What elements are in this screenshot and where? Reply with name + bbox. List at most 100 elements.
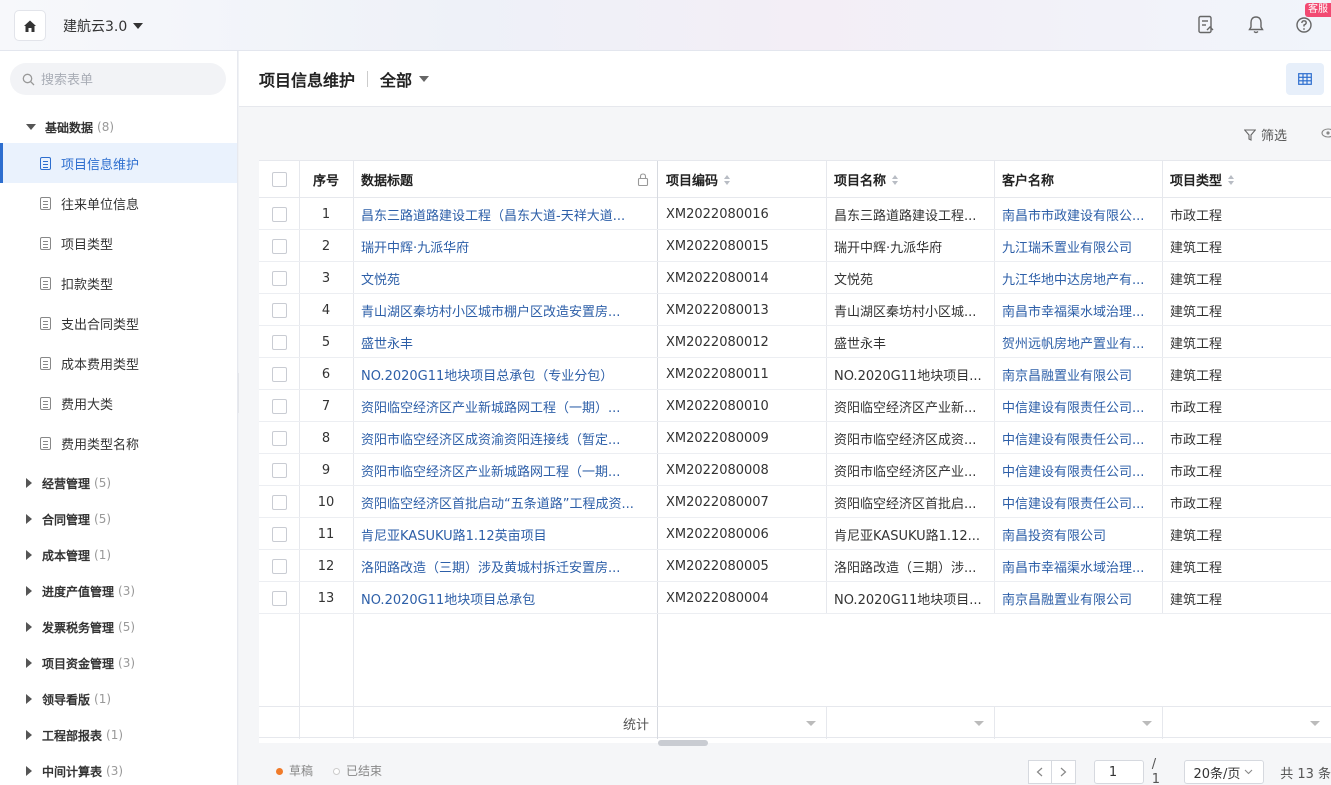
tree-group-cost[interactable]: 成本管理 (1) [0,537,237,573]
page-size-select[interactable]: 20条/页 [1184,760,1265,784]
tree-group-dashboard[interactable]: 领导看版 (1) [0,681,237,717]
table-row[interactable]: 7 资阳临空经济区产业新城路网工程（一期）... XM2022080010 资阳临空经… [259,390,1331,422]
row-checkbox[interactable] [271,462,287,478]
cell-title[interactable]: 文悦苑 [353,262,657,294]
lock-icon[interactable] [637,173,649,186]
scope-label: 全部 [380,70,413,90]
tree-group-intermediate[interactable]: 中间计算表 (3) [0,753,237,785]
table-row[interactable]: 9 资阳市临空经济区产业新城路网工程（一期... XM2022080008 资阳市临空… [259,454,1331,486]
page-number-input[interactable]: 1 [1093,760,1144,784]
table-row[interactable]: 12 洛阳路改造（三期）涉及黄城村拆迁安置房... XM2022080005 洛阳路改… [259,550,1331,582]
cell-title[interactable]: 盛世永丰 [353,326,657,358]
app-switcher[interactable]: 建航云3.0 [63,16,144,36]
customer-service-badge[interactable]: 客服 [1305,3,1331,17]
summary-dropdown-type[interactable] [1310,721,1320,726]
prev-page-button[interactable] [1028,760,1052,784]
tree-group-basic-data[interactable]: 基础数据 (8) [0,109,237,145]
row-checkbox[interactable] [271,526,287,542]
home-button[interactable] [14,10,46,41]
sidebar-item-expense-category[interactable]: 费用大类 [0,383,237,423]
tree-group-funds[interactable]: 项目资金管理 (3) [0,645,237,681]
horizontal-scrollbar[interactable] [658,740,708,746]
cell-index: 13 [317,590,335,606]
column-header-name[interactable]: 项目名称 [826,161,994,198]
row-checkbox[interactable] [271,270,287,286]
cell-title[interactable]: 昌东三路道路建设工程（昌东大道-天祥大道... [353,198,657,230]
column-header-type[interactable]: 项目类型 [1162,161,1331,198]
row-select-cell [259,422,299,454]
column-header-code[interactable]: 项目编码 [658,161,826,198]
search-box[interactable] [10,63,226,95]
row-checkbox[interactable] [271,206,287,222]
cell-title[interactable]: NO.2020G11地块项目总承包（专业分包） [353,358,657,390]
cell-title[interactable]: NO.2020G11地块项目总承包 [353,582,657,614]
row-select-cell [259,486,299,518]
row-checkbox[interactable] [271,238,287,254]
tree-group-progress[interactable]: 进度产值管理 (3) [0,573,237,609]
table-row[interactable]: 11 肯尼亚KASUKU路1.12英亩项目 XM2022080006 肯尼亚KASUK… [259,518,1331,550]
column-header-customer[interactable]: 客户名称 [994,161,1162,198]
cell-title[interactable]: 青山湖区秦坊村小区城市棚户区改造安置房... [353,294,657,326]
sidebar-item-deduction-type[interactable]: 扣款类型 [0,263,237,303]
cell-title[interactable]: 资阳临空经济区首批启动“五条道路”工程成资... [353,486,657,518]
group-label: 领导看版 [42,692,91,707]
home-icon [24,20,36,32]
row-checkbox[interactable] [271,430,287,446]
next-page-button[interactable] [1051,760,1076,784]
bell-icon[interactable] [1245,14,1267,36]
sidebar-item-expense-contract-type[interactable]: 支出合同类型 [0,303,237,343]
filter-button[interactable]: 筛选 [1243,125,1287,144]
cell-title[interactable]: 瑞开中辉·九派华府 [353,230,657,262]
table-row[interactable]: 2 瑞开中辉·九派华府 XM2022080015 瑞开中辉·九派华府 九江瑞禾置业有限公… [259,230,1331,262]
tree-group-business[interactable]: 经营管理 (5) [0,465,237,501]
row-checkbox[interactable] [271,366,287,382]
column-label: 项目名称 [834,174,887,189]
notes-icon[interactable] [1195,14,1217,36]
summary-dropdown-customer[interactable] [1142,721,1152,726]
cell-customer: 南京昌融置业有限公司 [1002,592,1133,608]
table-row[interactable]: 10 资阳临空经济区首批启动“五条道路”工程成资... XM2022080007 资阳… [259,486,1331,518]
sort-icon[interactable] [892,174,899,185]
row-checkbox[interactable] [271,302,287,318]
cell-title[interactable]: 资阳市临空经济区产业新城路网工程（一期... [353,454,657,486]
summary-dropdown-name[interactable] [974,721,984,726]
help-icon[interactable] [1293,14,1315,36]
cell-title[interactable]: 资阳临空经济区产业新城路网工程（一期）... [353,390,657,422]
sidebar-item-counterparty[interactable]: 往来单位信息 [0,183,237,223]
table-row[interactable]: 3 文悦苑 XM2022080014 文悦苑 九江华地中达房地产有... 建筑工程 [259,262,1331,294]
select-all-checkbox[interactable] [271,172,287,187]
row-checkbox[interactable] [271,590,287,606]
row-checkbox[interactable] [271,558,287,574]
column-header-title[interactable]: 数据标题 [353,161,657,198]
tree-group-engineering-report[interactable]: 工程部报表 (1) [0,717,237,753]
table-row[interactable]: 13 NO.2020G11地块项目总承包 XM2022080004 NO.2020G1… [259,582,1331,614]
eye-icon[interactable] [1321,127,1331,139]
summary-dropdown-code[interactable] [806,721,816,726]
sidebar-item-project-info[interactable]: 项目信息维护 [0,143,237,183]
sidebar-item-expense-type-name[interactable]: 费用类型名称 [0,423,237,463]
row-checkbox[interactable] [271,398,287,414]
sort-icon[interactable] [1228,174,1235,185]
tree-group-invoice[interactable]: 发票税务管理 (5) [0,609,237,645]
cell-title[interactable]: 肯尼亚KASUKU路1.12英亩项目 [353,518,657,550]
sidebar-item-cost-type[interactable]: 成本费用类型 [0,343,237,383]
page-header: 项目信息维护 全部 [239,51,1331,107]
table-row[interactable]: 1 昌东三路道路建设工程（昌东大道-天祥大道... XM2022080016 昌东三路… [259,198,1331,230]
table-row[interactable]: 5 盛世永丰 XM2022080012 盛世永丰 贺州远帆房地产置业有... 建筑工程 [259,326,1331,358]
cell-title[interactable]: 资阳市临空经济区成资渝资阳连接线（暂定... [353,422,657,454]
sort-icon[interactable] [724,174,731,185]
row-checkbox[interactable] [271,334,287,350]
tree-group-contract[interactable]: 合同管理 (5) [0,501,237,537]
cell-title[interactable]: 洛阳路改造（三期）涉及黄城村拆迁安置房... [353,550,657,582]
search-input[interactable] [41,71,211,87]
form-icon [40,356,51,370]
cell-customer: 九江华地中达房地产有... [1002,272,1145,288]
row-checkbox[interactable] [271,494,287,510]
grid-view-button[interactable] [1286,63,1324,95]
table-row[interactable]: 4 青山湖区秦坊村小区城市棚户区改造安置房... XM2022080013 青山湖区秦… [259,294,1331,326]
scope-selector[interactable]: 全部 [380,67,430,91]
table-row[interactable]: 6 NO.2020G11地块项目总承包（专业分包） XM2022080011 NO.2… [259,358,1331,390]
table-row[interactable]: 8 资阳市临空经济区成资渝资阳连接线（暂定... XM2022080009 资阳市临空… [259,422,1331,454]
sidebar-item-project-type[interactable]: 项目类型 [0,223,237,263]
cell-code: XM2022080011 [666,366,769,382]
